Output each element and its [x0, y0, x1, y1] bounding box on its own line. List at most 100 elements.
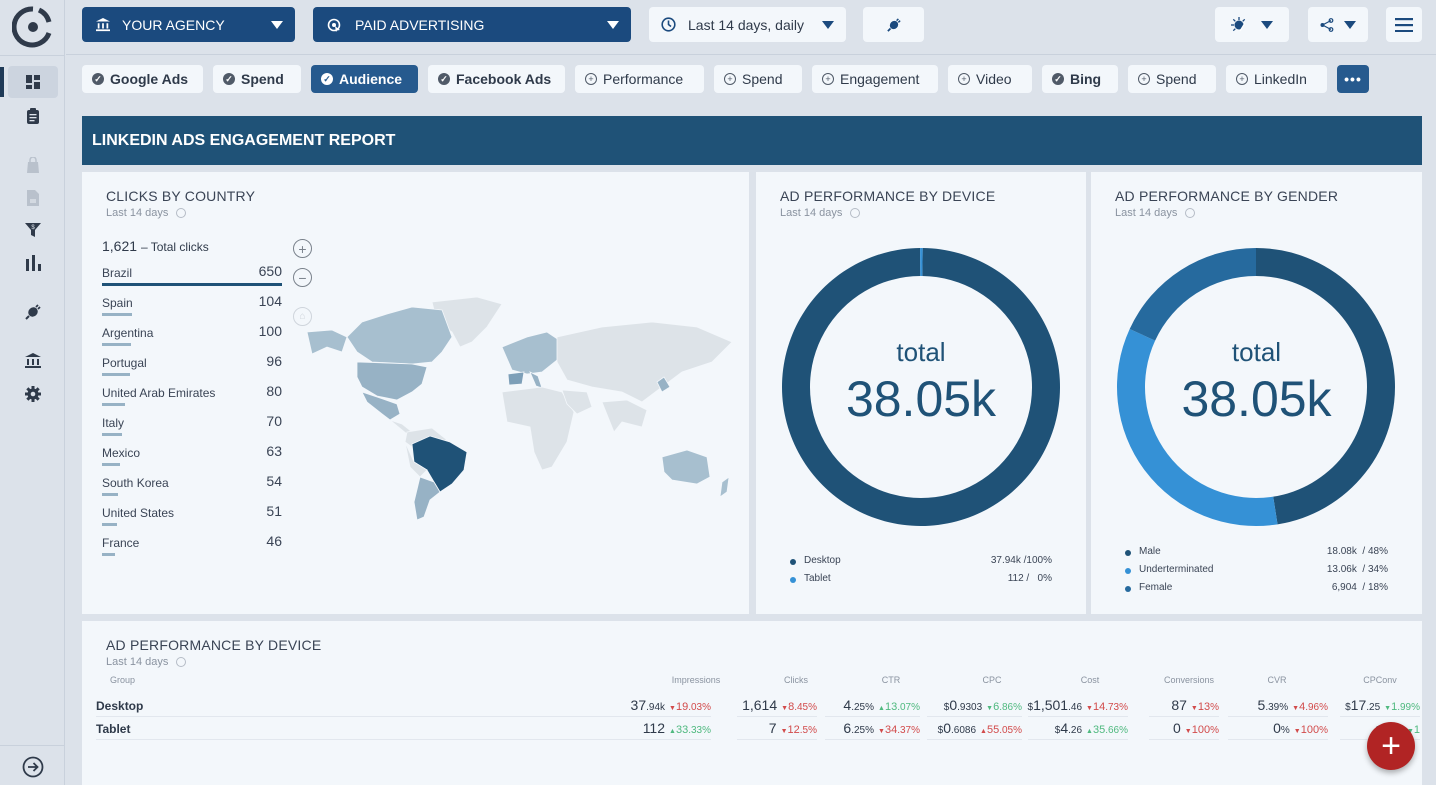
change-indicator: ▲33.33%: [669, 724, 711, 736]
tab-spend-3[interactable]: + Spend: [1128, 65, 1216, 93]
check-circle-icon: ✓: [321, 73, 333, 85]
column-header-clicks[interactable]: Clicks: [756, 675, 836, 685]
total-clicks: 1,621 – Total clicks: [102, 238, 209, 254]
column-header-conversions[interactable]: Conversions: [1149, 675, 1229, 685]
device-donut-card: AD PERFORMANCE BY DEVICE Last 14 days to…: [756, 172, 1086, 614]
country-value: 104: [258, 293, 282, 309]
column-header-cpc[interactable]: CPC: [952, 675, 1032, 685]
legend-value: 18.08k / 48%: [1326, 546, 1388, 557]
sidebar-item-agency[interactable]: [8, 345, 58, 377]
tab-google-ads[interactable]: ✓ Google Ads: [82, 65, 203, 93]
tab-bing[interactable]: ✓ Bing: [1042, 65, 1118, 93]
theme-dropdown[interactable]: [1215, 7, 1289, 42]
more-tabs-button[interactable]: •••: [1337, 65, 1369, 93]
legend-item[interactable]: Desktop 37.94k /100%: [790, 554, 1052, 572]
info-icon[interactable]: [176, 657, 187, 667]
card-subtitle: Last 14 days: [1115, 207, 1196, 219]
sidebar-item-funnel[interactable]: $: [8, 214, 58, 246]
tab-facebook-ads[interactable]: ✓ Facebook Ads: [428, 65, 565, 93]
map-zoom-out-button[interactable]: −: [293, 268, 312, 287]
sidebar-item-dashboard[interactable]: [8, 66, 58, 98]
sidebar-item-integrations[interactable]: [8, 296, 58, 328]
sidebar-item-settings[interactable]: [8, 378, 58, 410]
cell-part: 112: [642, 720, 666, 736]
country-row[interactable]: United States 51: [102, 494, 282, 526]
shopping-bag-icon: [27, 157, 39, 173]
hamburger-menu-icon: [1395, 17, 1413, 32]
integrations-button[interactable]: [863, 7, 924, 42]
add-widget-button[interactable]: +: [1367, 722, 1415, 770]
tab-spend[interactable]: ✓ Spend: [213, 65, 301, 93]
country-value: 70: [266, 413, 282, 429]
column-header-impressions[interactable]: Impressions: [656, 675, 736, 685]
tab-video[interactable]: + Video: [948, 65, 1032, 93]
chevron-down-icon: [607, 20, 619, 29]
world-map[interactable]: [302, 292, 742, 522]
country-row[interactable]: Portugal 96: [102, 344, 282, 376]
legend-item[interactable]: Male 18.08k / 48%: [1125, 545, 1388, 563]
info-icon[interactable]: [176, 208, 187, 218]
donut-segment-tablet[interactable]: [920, 248, 923, 277]
change-indicator: ▼6.86%: [986, 701, 1022, 713]
country-row[interactable]: Mexico 63: [102, 434, 282, 466]
country-row[interactable]: Brazil 650: [102, 254, 282, 286]
tab-engagement[interactable]: + Engagement: [812, 65, 938, 93]
tab-spend-2[interactable]: + Spend: [714, 65, 802, 93]
country-row[interactable]: Argentina 100: [102, 314, 282, 346]
country-row[interactable]: South Korea 54: [102, 464, 282, 496]
country-row[interactable]: Spain 104: [102, 284, 282, 316]
map-russia-asia: [556, 321, 733, 403]
map-spain: [507, 371, 525, 386]
column-header-cvr[interactable]: CVR: [1237, 675, 1317, 685]
country-list: 1,621 – Total clicks Brazil 650 Spain 104 Ar…: [102, 238, 282, 556]
legend-item[interactable]: Underterminated 13.06k / 34%: [1125, 563, 1388, 581]
campaign-dropdown[interactable]: PAID ADVERTISING: [313, 7, 631, 42]
cell-part: 17: [1350, 697, 1367, 713]
agency-label: YOUR AGENCY: [122, 16, 225, 33]
expand-sidebar-button[interactable]: [8, 751, 58, 783]
country-value: 54: [266, 473, 282, 489]
bank-icon: [25, 353, 41, 368]
table-cell: $1,501.46 ▼14.73%: [1028, 697, 1129, 713]
country-name: United States: [102, 506, 175, 520]
dashboard-tabs: ✓ Google Ads ✓ Spend ✓ Audience ✓ Facebook A…: [66, 56, 1436, 102]
main-menu-button[interactable]: [1386, 7, 1422, 42]
date-range-dropdown[interactable]: Last 14 days, daily: [649, 7, 846, 42]
plus-icon: +: [298, 240, 307, 257]
country-row[interactable]: United Arab Emirates 80: [102, 374, 282, 406]
card-subtitle: Last 14 days: [780, 207, 861, 219]
plug-icon: [25, 304, 41, 320]
chevron-down-icon: [1344, 20, 1356, 29]
cell-part: 1,614: [742, 697, 778, 713]
country-name: Brazil: [102, 266, 133, 280]
table-cell: 112 ▲33.33%: [643, 720, 711, 736]
share-icon: [1320, 17, 1334, 32]
sidebar-item-analytics[interactable]: [8, 247, 58, 279]
chevron-down-icon: [271, 20, 283, 29]
legend-item[interactable]: Tablet 112 / 0%: [790, 572, 1052, 590]
country-row[interactable]: France 46: [102, 524, 282, 556]
plus-circle-icon: +: [585, 73, 597, 85]
info-icon[interactable]: [1185, 208, 1196, 218]
column-header-ctr[interactable]: CTR: [851, 675, 931, 685]
column-header-cpconv[interactable]: CPConv: [1340, 675, 1420, 685]
country-row[interactable]: Italy 70: [102, 404, 282, 436]
share-dropdown[interactable]: [1308, 7, 1368, 42]
arrow-down-icon: ▼: [878, 728, 885, 735]
country-name: Italy: [102, 416, 125, 430]
device-table-card: AD PERFORMANCE BY DEVICE Last 14 days Gr…: [82, 621, 1422, 785]
plus-circle-icon: +: [822, 73, 834, 85]
app-logo[interactable]: [12, 6, 54, 48]
column-header-cost[interactable]: Cost: [1050, 675, 1130, 685]
tab-audience[interactable]: ✓ Audience: [311, 65, 418, 93]
tab-performance[interactable]: + Performance: [575, 65, 704, 93]
tab-linkedin[interactable]: + LinkedIn: [1226, 65, 1327, 93]
legend-item[interactable]: Female 6,904 / 18%: [1125, 581, 1388, 599]
gender-legend: Male 18.08k / 48% Underterminated 13.06k / …: [1125, 545, 1388, 599]
donut-segment-female[interactable]: [1129, 248, 1256, 341]
sidebar-item-reports[interactable]: [8, 100, 58, 132]
agency-dropdown[interactable]: YOUR AGENCY: [82, 7, 295, 42]
info-icon[interactable]: [850, 208, 861, 218]
map-zoom-in-button[interactable]: +: [293, 239, 312, 258]
arrow-down-icon: ▼: [1184, 728, 1192, 735]
